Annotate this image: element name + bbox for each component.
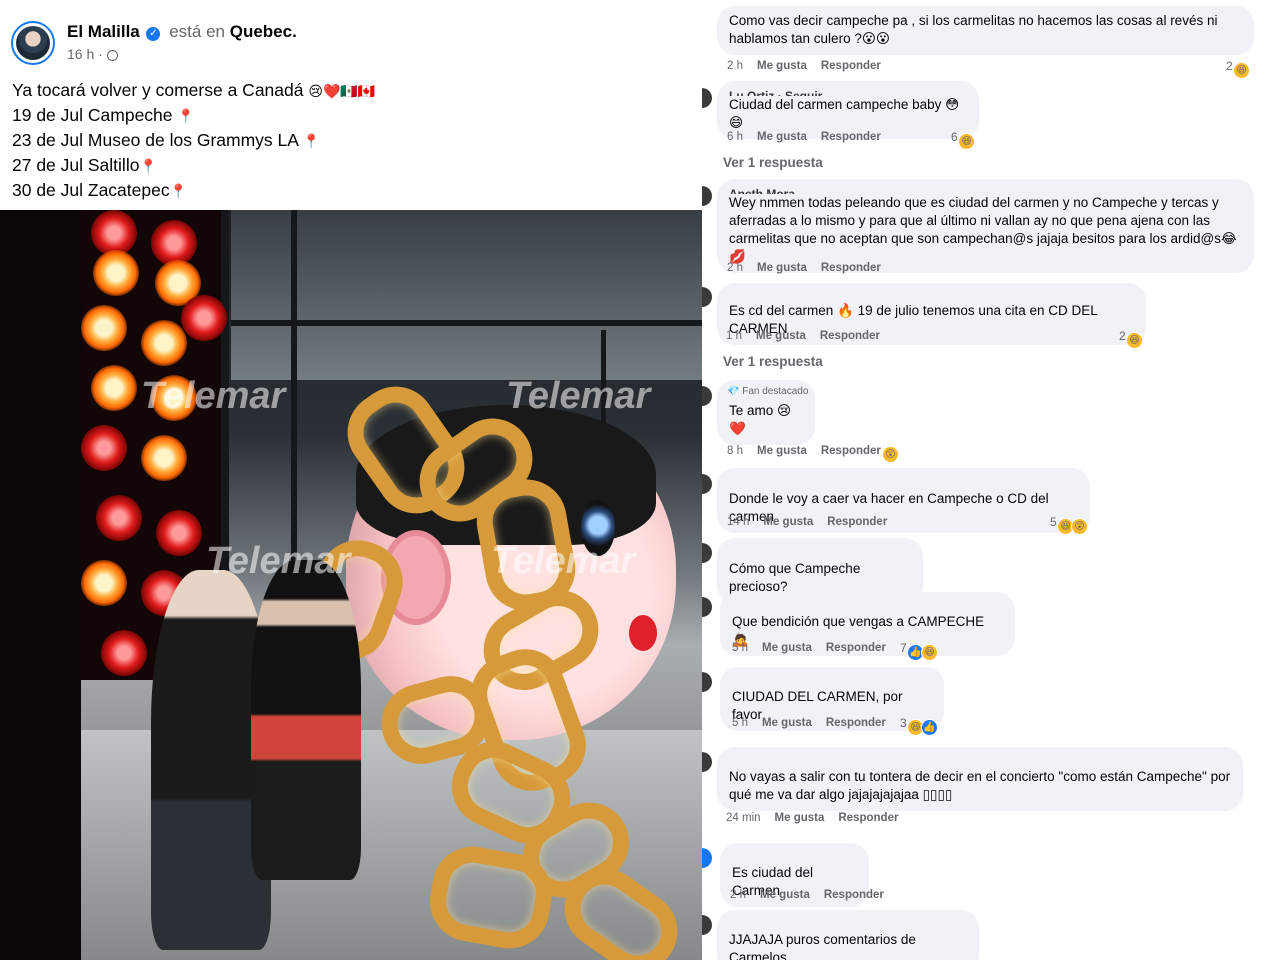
- comments-panel: Como vas decir campeche pa , si los carm…: [702, 0, 1280, 960]
- pin-icon: 📍: [169, 183, 188, 199]
- comment-bubble[interactable]: Como vas decir campeche pa , si los carm…: [717, 6, 1254, 55]
- reply-button[interactable]: Responder: [838, 812, 898, 824]
- reply-button[interactable]: Responder: [820, 330, 880, 342]
- reply-button[interactable]: Responder: [821, 131, 881, 143]
- pin-icon: 📍: [302, 133, 321, 149]
- post-line: 30 de Jul Zacatepec📍: [12, 180, 188, 200]
- wow-reaction-icon: 😲: [1071, 518, 1089, 535]
- verified-badge-icon: ✓: [146, 27, 161, 41]
- commenter-name[interactable]: Lu Ortiz · Seguir: [729, 87, 967, 96]
- reply-button[interactable]: Responder: [821, 445, 881, 457]
- commenter-avatar[interactable]: [702, 672, 712, 692]
- comment-bubble[interactable]: No vayas a salir con tu tontera de decir…: [717, 747, 1243, 811]
- reaction-count[interactable]: 2 😆: [1226, 59, 1251, 79]
- haha-reaction-icon: 😆: [1126, 332, 1144, 349]
- reaction-button[interactable]: 😲: [882, 443, 899, 463]
- reaction-count[interactable]: 5 😆 😲: [1050, 515, 1089, 535]
- haha-reaction-icon: 😆: [1233, 62, 1251, 79]
- comment-actions: 2 h Me gusta Responder: [727, 60, 881, 72]
- like-button[interactable]: Me gusta: [757, 445, 807, 457]
- like-button[interactable]: Me gusta: [775, 812, 825, 824]
- commenter-avatar[interactable]: [702, 543, 712, 563]
- like-button[interactable]: Me gusta: [756, 330, 806, 342]
- commenter-avatar[interactable]: [702, 386, 712, 406]
- watermark: Telemar: [491, 540, 636, 582]
- post-line: 27 de Jul Saltillo📍: [12, 155, 157, 175]
- fan-badge: 💎 Fan destacado: [727, 386, 809, 397]
- like-button[interactable]: Me gusta: [757, 60, 807, 72]
- like-button[interactable]: Me gusta: [757, 131, 807, 143]
- post-line: Ya tocará volver y comerse a Canadá 😢❤️🇲…: [12, 80, 376, 100]
- commenter-name[interactable]: Aneth Mora: [729, 185, 1242, 194]
- author-name[interactable]: El Malilla: [67, 22, 140, 41]
- post-photo[interactable]: Telemar Telemar Telemar Telemar: [0, 210, 702, 960]
- comment-actions: 2 h Me gusta Responder: [730, 889, 884, 901]
- reaction-count[interactable]: 3 😆 👍: [900, 716, 939, 736]
- comment-actions: 14 h Me gusta Responder: [727, 516, 888, 528]
- post-header: El Malilla ✓ está en Quebec. 16 h · Ya t…: [0, 0, 702, 210]
- reply-button[interactable]: Responder: [821, 60, 881, 72]
- comment-bubble[interactable]: JJAJAJA puros comentarios de Carmelos: [717, 910, 979, 960]
- commenter-avatar[interactable]: [702, 287, 712, 307]
- reply-button[interactable]: Responder: [821, 262, 881, 274]
- comment-actions: 5 h Me gusta Responder: [732, 642, 886, 654]
- wow-reaction-icon: 😲: [882, 446, 899, 463]
- person-right: [251, 560, 361, 880]
- watermark: Telemar: [206, 540, 351, 582]
- commenter-avatar[interactable]: [702, 88, 712, 108]
- globe-icon: [106, 50, 118, 61]
- commenter-avatar[interactable]: [702, 186, 712, 206]
- reply-button[interactable]: Responder: [824, 889, 884, 901]
- comment-bubble[interactable]: Aneth Mora Wey nmmen todas peleando que …: [717, 179, 1254, 273]
- comment-actions: 6 h Me gusta Responder: [727, 131, 881, 143]
- haha-reaction-icon: 😆: [958, 133, 976, 150]
- watermark: Telemar: [141, 375, 286, 417]
- emoji-group: 😢❤️🇲🇽🇨🇦: [308, 83, 376, 99]
- post-card: El Malilla ✓ está en Quebec. 16 h · Ya t…: [0, 0, 702, 960]
- like-button[interactable]: Me gusta: [762, 717, 812, 729]
- pin-icon: 📍: [139, 158, 157, 174]
- commenter-avatar[interactable]: [702, 474, 712, 494]
- post-line: 23 de Jul Museo de los Grammys LA 📍: [12, 130, 321, 150]
- author-line: El Malilla ✓ está en Quebec.: [67, 22, 297, 42]
- comment-actions: 24 min Me gusta Responder: [726, 812, 899, 824]
- commenter-avatar[interactable]: [702, 752, 712, 772]
- comment-actions: 2 h Me gusta Responder: [727, 262, 881, 274]
- commenter-avatar[interactable]: [702, 848, 712, 868]
- view-replies-link[interactable]: Ver 1 respuesta: [723, 354, 823, 369]
- reply-button[interactable]: Responder: [826, 642, 886, 654]
- like-button[interactable]: Me gusta: [760, 889, 810, 901]
- like-button[interactable]: Me gusta: [763, 516, 813, 528]
- location-prefix: está en: [169, 22, 225, 41]
- haha-reaction-icon: 😆: [921, 644, 939, 661]
- reaction-count[interactable]: 2 😆: [1119, 329, 1144, 349]
- photo-scene: Telemar Telemar Telemar Telemar: [81, 210, 702, 960]
- reply-button[interactable]: Responder: [826, 717, 886, 729]
- pin-icon: 📍: [177, 108, 195, 124]
- like-button[interactable]: Me gusta: [757, 262, 807, 274]
- commenter-avatar[interactable]: [702, 915, 712, 935]
- commenter-avatar[interactable]: [702, 597, 712, 617]
- view-replies-link[interactable]: Ver 1 respuesta: [723, 155, 823, 170]
- like-reaction-icon: 👍: [921, 719, 939, 736]
- comment-actions: 5 h Me gusta Responder: [732, 717, 886, 729]
- like-button[interactable]: Me gusta: [762, 642, 812, 654]
- reaction-count[interactable]: 6 😆: [951, 130, 976, 150]
- comment-actions: 8 h Me gusta Responder: [727, 445, 881, 457]
- post-timestamp[interactable]: 16 h ·: [67, 46, 118, 62]
- author-avatar[interactable]: [11, 21, 55, 65]
- post-text: Ya tocará volver y comerse a Canadá 😢❤️🇲…: [12, 78, 375, 203]
- post-line: 19 de Jul Campeche 📍: [12, 105, 195, 125]
- reaction-count[interactable]: 7 👍 😆: [900, 641, 939, 661]
- watermark: Telemar: [506, 375, 651, 417]
- reply-button[interactable]: Responder: [827, 516, 887, 528]
- location-link[interactable]: Quebec.: [230, 22, 297, 41]
- comment-actions: 1 h Me gusta Responder: [726, 330, 880, 342]
